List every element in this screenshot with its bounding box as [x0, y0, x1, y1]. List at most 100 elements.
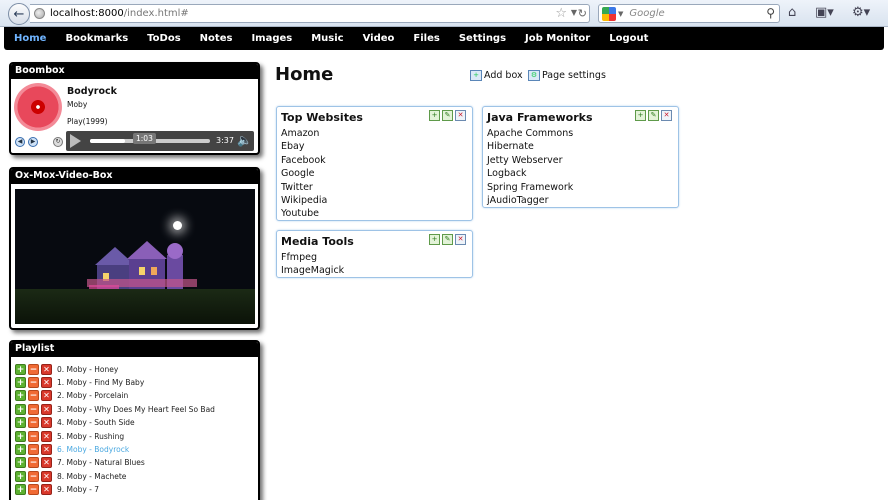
delete-icon[interactable]: ✕ [41, 430, 52, 442]
remove-icon[interactable]: − [28, 417, 39, 429]
nav-item-settings[interactable]: Settings [459, 33, 506, 44]
playlist-item[interactable]: + − ✕ 1. Moby - Find My Baby [15, 376, 144, 388]
playlist-item[interactable]: + − ✕ 5. Moby - Rushing [15, 430, 124, 442]
box-link[interactable]: jAudioTagger [487, 195, 549, 206]
search-engine-icon[interactable] [602, 6, 616, 21]
add-to-queue-icon[interactable]: + [15, 457, 26, 469]
search-bar[interactable]: ▼ Google ⚲ [598, 4, 780, 23]
box-link[interactable]: Google [281, 168, 315, 179]
nav-item-video[interactable]: Video [363, 33, 395, 44]
box-link[interactable]: Wikipedia [281, 195, 327, 206]
remove-icon[interactable]: − [28, 390, 39, 402]
remove-icon[interactable]: − [28, 457, 39, 469]
add-link-icon[interactable]: + [635, 110, 646, 121]
box-link[interactable]: Ebay [281, 141, 304, 152]
edit-box-icon[interactable]: ✎ [442, 110, 453, 121]
edit-box-icon[interactable]: ✎ [442, 234, 453, 245]
delete-icon[interactable]: ✕ [41, 484, 52, 496]
add-to-queue-icon[interactable]: + [15, 430, 26, 442]
nav-item-music[interactable]: Music [311, 33, 343, 44]
url-text[interactable]: localhost:8000/index.html# [50, 8, 189, 19]
delete-icon[interactable]: ✕ [41, 363, 52, 375]
delete-icon[interactable]: ✕ [41, 470, 52, 482]
playlist-item[interactable]: + − ✕ 2. Moby - Porcelain [15, 390, 128, 402]
add-to-queue-icon[interactable]: + [15, 376, 26, 388]
add-to-queue-icon[interactable]: + [15, 443, 26, 455]
addon-icon[interactable]: ▣▾ [815, 5, 834, 20]
delete-box-icon[interactable]: ✕ [661, 110, 672, 121]
add-link-icon[interactable]: + [429, 110, 440, 121]
video-player[interactable] [15, 189, 255, 324]
add-to-queue-icon[interactable]: + [15, 363, 26, 375]
next-track-icon[interactable]: ▶ [28, 137, 38, 147]
reload-icon[interactable]: ↻ [578, 7, 587, 20]
add-to-queue-icon[interactable]: + [15, 390, 26, 402]
play-icon[interactable] [70, 134, 81, 148]
box-link[interactable]: Amazon [281, 128, 319, 139]
box-link[interactable]: Logback [487, 168, 527, 179]
search-input[interactable]: Google [629, 8, 664, 19]
delete-icon[interactable]: ✕ [41, 443, 52, 455]
nav-item-logout[interactable]: Logout [609, 33, 648, 44]
box-link[interactable]: Youtube [281, 208, 319, 219]
delete-icon[interactable]: ✕ [41, 376, 52, 388]
back-button[interactable]: ← [8, 3, 30, 25]
remove-icon[interactable]: − [28, 403, 39, 415]
delete-icon[interactable]: ✕ [41, 417, 52, 429]
site-identity-icon[interactable] [34, 8, 45, 19]
home-icon[interactable]: ⌂ [788, 5, 796, 20]
add-to-queue-icon[interactable]: + [15, 470, 26, 482]
add-to-queue-icon[interactable]: + [15, 403, 26, 415]
box-link[interactable]: Apache Commons [487, 128, 573, 139]
search-engine-dropdown-icon[interactable]: ▼ [618, 10, 623, 18]
nav-item-home[interactable]: Home [14, 33, 46, 44]
nav-item-job-monitor[interactable]: Job Monitor [525, 33, 590, 44]
bookmark-star-icon[interactable]: ☆ [555, 6, 567, 21]
url-history-dropdown-icon[interactable]: ▼ [571, 8, 577, 17]
box-link[interactable]: Ffmpeg [281, 252, 317, 263]
remove-icon[interactable]: − [28, 470, 39, 482]
edit-box-icon[interactable]: ✎ [648, 110, 659, 121]
page-title: Home [275, 64, 334, 85]
volume-icon[interactable]: 🔈 [237, 133, 252, 147]
nav-item-files[interactable]: Files [413, 33, 439, 44]
remove-icon[interactable]: − [28, 484, 39, 496]
box-link[interactable]: ImageMagick [281, 265, 344, 276]
box-link[interactable]: Facebook [281, 155, 326, 166]
nav-item-bookmarks[interactable]: Bookmarks [65, 33, 128, 44]
delete-box-icon[interactable]: ✕ [455, 110, 466, 121]
add-to-queue-icon[interactable]: + [15, 417, 26, 429]
box-link[interactable]: Twitter [281, 182, 313, 193]
menu-icon[interactable]: ⚙▾ [852, 5, 870, 20]
delete-icon[interactable]: ✕ [41, 390, 52, 402]
remove-icon[interactable]: − [28, 376, 39, 388]
delete-box-icon[interactable]: ✕ [455, 234, 466, 245]
remove-icon[interactable]: − [28, 430, 39, 442]
box-link[interactable]: Jetty Webserver [487, 155, 563, 166]
remove-icon[interactable]: − [28, 443, 39, 455]
seek-slider[interactable]: 1:03 [90, 133, 210, 144]
playlist-item[interactable]: + − ✕ 9. Moby - 7 [15, 484, 99, 496]
page-settings-button[interactable]: ⚙ Page settings [528, 70, 606, 81]
delete-icon[interactable]: ✕ [41, 403, 52, 415]
nav-item-notes[interactable]: Notes [200, 33, 233, 44]
delete-icon[interactable]: ✕ [41, 457, 52, 469]
previous-track-icon[interactable]: ◀ [15, 137, 25, 147]
search-icon[interactable]: ⚲ [766, 6, 775, 20]
playlist-item[interactable]: + − ✕ 8. Moby - Machete [15, 470, 126, 482]
remove-icon[interactable]: − [28, 363, 39, 375]
add-to-queue-icon[interactable]: + [15, 484, 26, 496]
add-box-button[interactable]: + Add box [470, 70, 523, 81]
playlist-item[interactable]: + − ✕ 7. Moby - Natural Blues [15, 457, 145, 469]
playlist-item[interactable]: + − ✕ 6. Moby - Bodyrock [15, 443, 129, 455]
repeat-icon[interactable]: ↻ [53, 137, 63, 147]
box-link[interactable]: Hibernate [487, 141, 534, 152]
add-link-icon[interactable]: + [429, 234, 440, 245]
address-bar[interactable]: localhost:8000/index.html# ☆ ▼ ↻ [30, 4, 590, 23]
nav-item-images[interactable]: Images [251, 33, 292, 44]
playlist-item[interactable]: + − ✕ 0. Moby - Honey [15, 363, 118, 375]
playlist-item[interactable]: + − ✕ 3. Moby - Why Does My Heart Feel So B… [15, 403, 215, 415]
box-link[interactable]: Spring Framework [487, 182, 573, 193]
playlist-item[interactable]: + − ✕ 4. Moby - South Side [15, 417, 135, 429]
nav-item-todos[interactable]: ToDos [147, 33, 181, 44]
